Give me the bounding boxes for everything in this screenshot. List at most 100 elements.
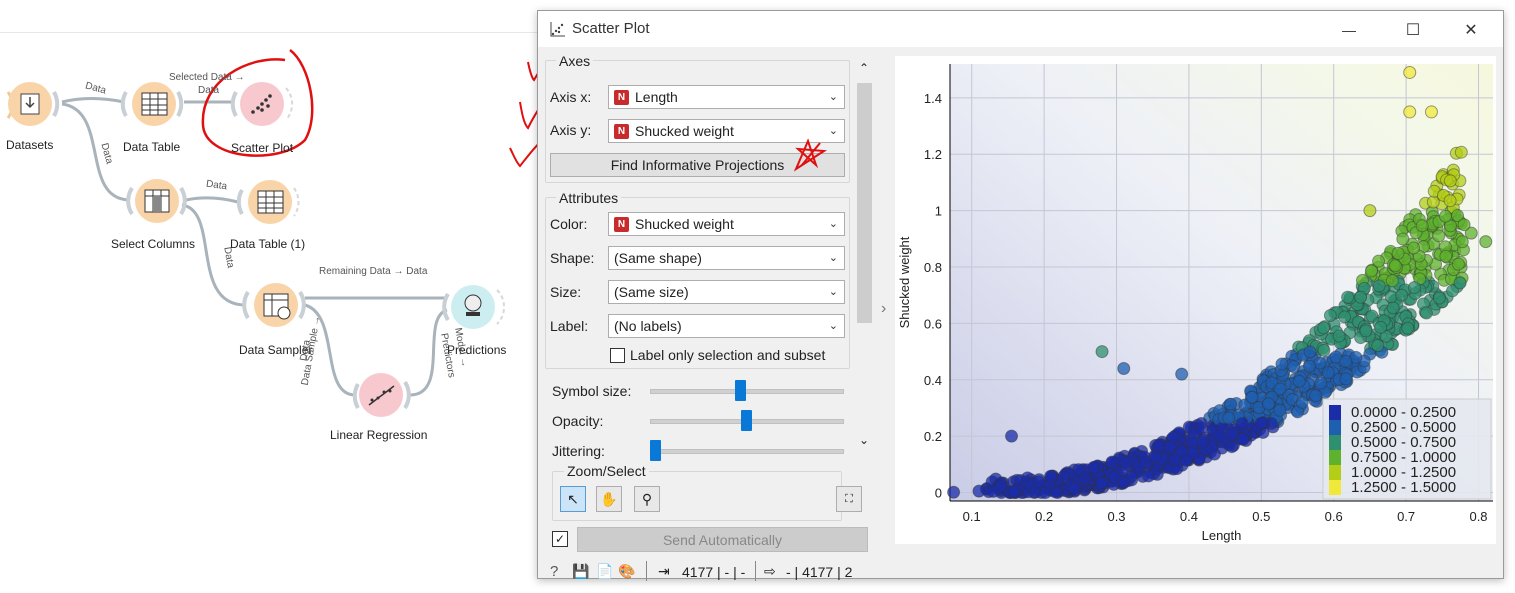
data-point <box>947 485 961 499</box>
data-point <box>1407 280 1421 294</box>
status-divider <box>755 561 756 581</box>
node-linear-regression[interactable] <box>352 373 411 417</box>
jittering-track[interactable] <box>650 449 844 454</box>
scatter-chart[interactable]: 0.1 0.2 0.3 0.4 0.5 0.6 0.7 0.8 0 0.2 0.4 0.6 0.8 1 1.… <box>895 56 1496 544</box>
minimize-button[interactable]: — <box>1326 17 1372 43</box>
data-point <box>1147 449 1161 463</box>
data-point <box>1087 460 1101 474</box>
data-point <box>1359 324 1373 338</box>
panel-scrollbar[interactable]: ⌃ ⌄ <box>856 61 873 451</box>
data-point <box>1067 481 1081 495</box>
send-automatically-checkbox[interactable]: ✓ <box>552 531 568 547</box>
color-value: Shucked weight <box>635 216 734 232</box>
plot-area[interactable]: 0.1 0.2 0.3 0.4 0.5 0.6 0.7 0.8 0 0.2 0.4 0.6 0.8 1 1.… <box>895 56 1496 544</box>
x-axis-title: Length <box>1202 528 1242 543</box>
data-point <box>1339 372 1353 386</box>
data-point <box>1385 274 1399 288</box>
node-data-sampler[interactable] <box>242 283 306 327</box>
legend-swatch <box>1329 465 1341 480</box>
link-select-table1[interactable] <box>185 196 239 204</box>
symbol-size-label: Symbol size: <box>552 383 632 399</box>
maximize-button[interactable]: ☐ <box>1390 17 1436 43</box>
chevron-down-icon: ⌄ <box>828 252 838 264</box>
data-point <box>1415 219 1429 233</box>
y-tick-label: 1.2 <box>924 147 942 162</box>
send-automatically-label: Send Automatically <box>662 531 783 548</box>
jittering-handle[interactable] <box>650 440 661 461</box>
data-point <box>1401 321 1415 335</box>
chevron-up-icon[interactable]: ⌃ <box>859 61 869 75</box>
shape-dropdown[interactable]: (Same shape) ⌄ <box>608 246 845 270</box>
symbol-size-handle[interactable] <box>735 380 747 401</box>
opacity-handle[interactable] <box>740 410 752 431</box>
help-icon[interactable]: ? <box>550 563 558 580</box>
shape-value: (Same shape) <box>614 250 702 266</box>
fit-view-icon: ⛶ <box>845 492 853 505</box>
data-point <box>1095 476 1109 490</box>
link-label-table-scatter-2: Data <box>198 85 220 96</box>
data-point <box>1163 440 1177 454</box>
pan-tool-button[interactable]: ✋ <box>596 486 622 512</box>
data-point <box>1321 365 1335 379</box>
link-label-table-scatter-1: Selected Data → <box>169 72 245 83</box>
node-label-select-columns: Select Columns <box>111 237 196 251</box>
table-icon <box>141 92 168 116</box>
node-predictions[interactable] <box>442 285 506 329</box>
data-point <box>1222 411 1236 425</box>
send-automatically-button[interactable]: Send Automatically <box>577 527 868 552</box>
zoom-tool-button[interactable]: ⚲ <box>634 486 660 512</box>
data-point <box>1363 204 1377 218</box>
chevron-down-icon[interactable]: ⌄ <box>859 433 869 447</box>
data-point <box>1479 235 1493 249</box>
data-point <box>1395 288 1409 302</box>
collapse-panel-arrow-icon[interactable]: › <box>881 300 886 318</box>
data-point <box>1419 306 1433 320</box>
scatter-plot-icon <box>550 22 565 37</box>
magnifier-icon: ⚲ <box>641 490 653 507</box>
data-point <box>986 484 1000 498</box>
y-tick-label: 1.4 <box>924 91 942 106</box>
data-point <box>1374 320 1388 334</box>
data-point <box>1454 145 1468 159</box>
axis-x-dropdown[interactable]: N Length ⌄ <box>608 85 845 109</box>
data-point <box>1095 345 1109 359</box>
size-dropdown[interactable]: (Same size) ⌄ <box>608 280 845 304</box>
data-point <box>1388 259 1402 273</box>
legend-swatch <box>1329 420 1341 435</box>
data-point <box>1175 367 1189 381</box>
link-datasets-select[interactable] <box>61 102 131 202</box>
link-select-sampler[interactable] <box>181 203 246 307</box>
reset-zoom-button[interactable]: ⛶ <box>836 486 862 512</box>
label-dropdown[interactable]: (No labels) ⌄ <box>608 314 845 338</box>
data-point <box>1432 291 1446 305</box>
report-icon[interactable]: 📄 <box>596 563 613 580</box>
opacity-label: Opacity: <box>552 413 604 429</box>
palette-icon[interactable]: 🎨 <box>618 563 635 580</box>
workflow-links <box>6 49 506 417</box>
hand-icon: ✋ <box>600 490 618 507</box>
symbol-size-track[interactable] <box>650 389 844 394</box>
data-point <box>1354 290 1368 304</box>
axis-x-value: Length <box>635 89 678 105</box>
node-data-table[interactable] <box>120 82 184 126</box>
close-button[interactable]: ✕ <box>1448 17 1494 43</box>
node-datasets[interactable] <box>6 82 60 126</box>
link-datasets-table[interactable] <box>61 97 125 104</box>
data-point <box>1453 276 1467 290</box>
color-dropdown[interactable]: N Shucked weight ⌄ <box>608 212 845 236</box>
node-scatter-plot[interactable] <box>230 82 294 126</box>
data-point <box>1317 343 1331 357</box>
title-bar[interactable]: Scatter Plot — ☐ ✕ <box>538 11 1503 47</box>
node-label-datasets: Datasets <box>6 138 54 152</box>
y-tick-label: 0.8 <box>924 260 942 275</box>
label-label: Label: <box>550 318 589 334</box>
crystal-ball-icon <box>464 294 482 316</box>
scrollbar-thumb[interactable] <box>857 83 872 323</box>
select-tool-button[interactable]: ↖ <box>560 486 586 512</box>
select-columns-icon <box>144 189 170 213</box>
label-only-checkbox[interactable] <box>610 348 625 363</box>
data-point <box>1439 249 1453 263</box>
save-icon[interactable]: 💾 <box>572 563 589 580</box>
node-select-columns[interactable] <box>126 179 187 223</box>
node-data-table-1[interactable] <box>236 180 300 224</box>
